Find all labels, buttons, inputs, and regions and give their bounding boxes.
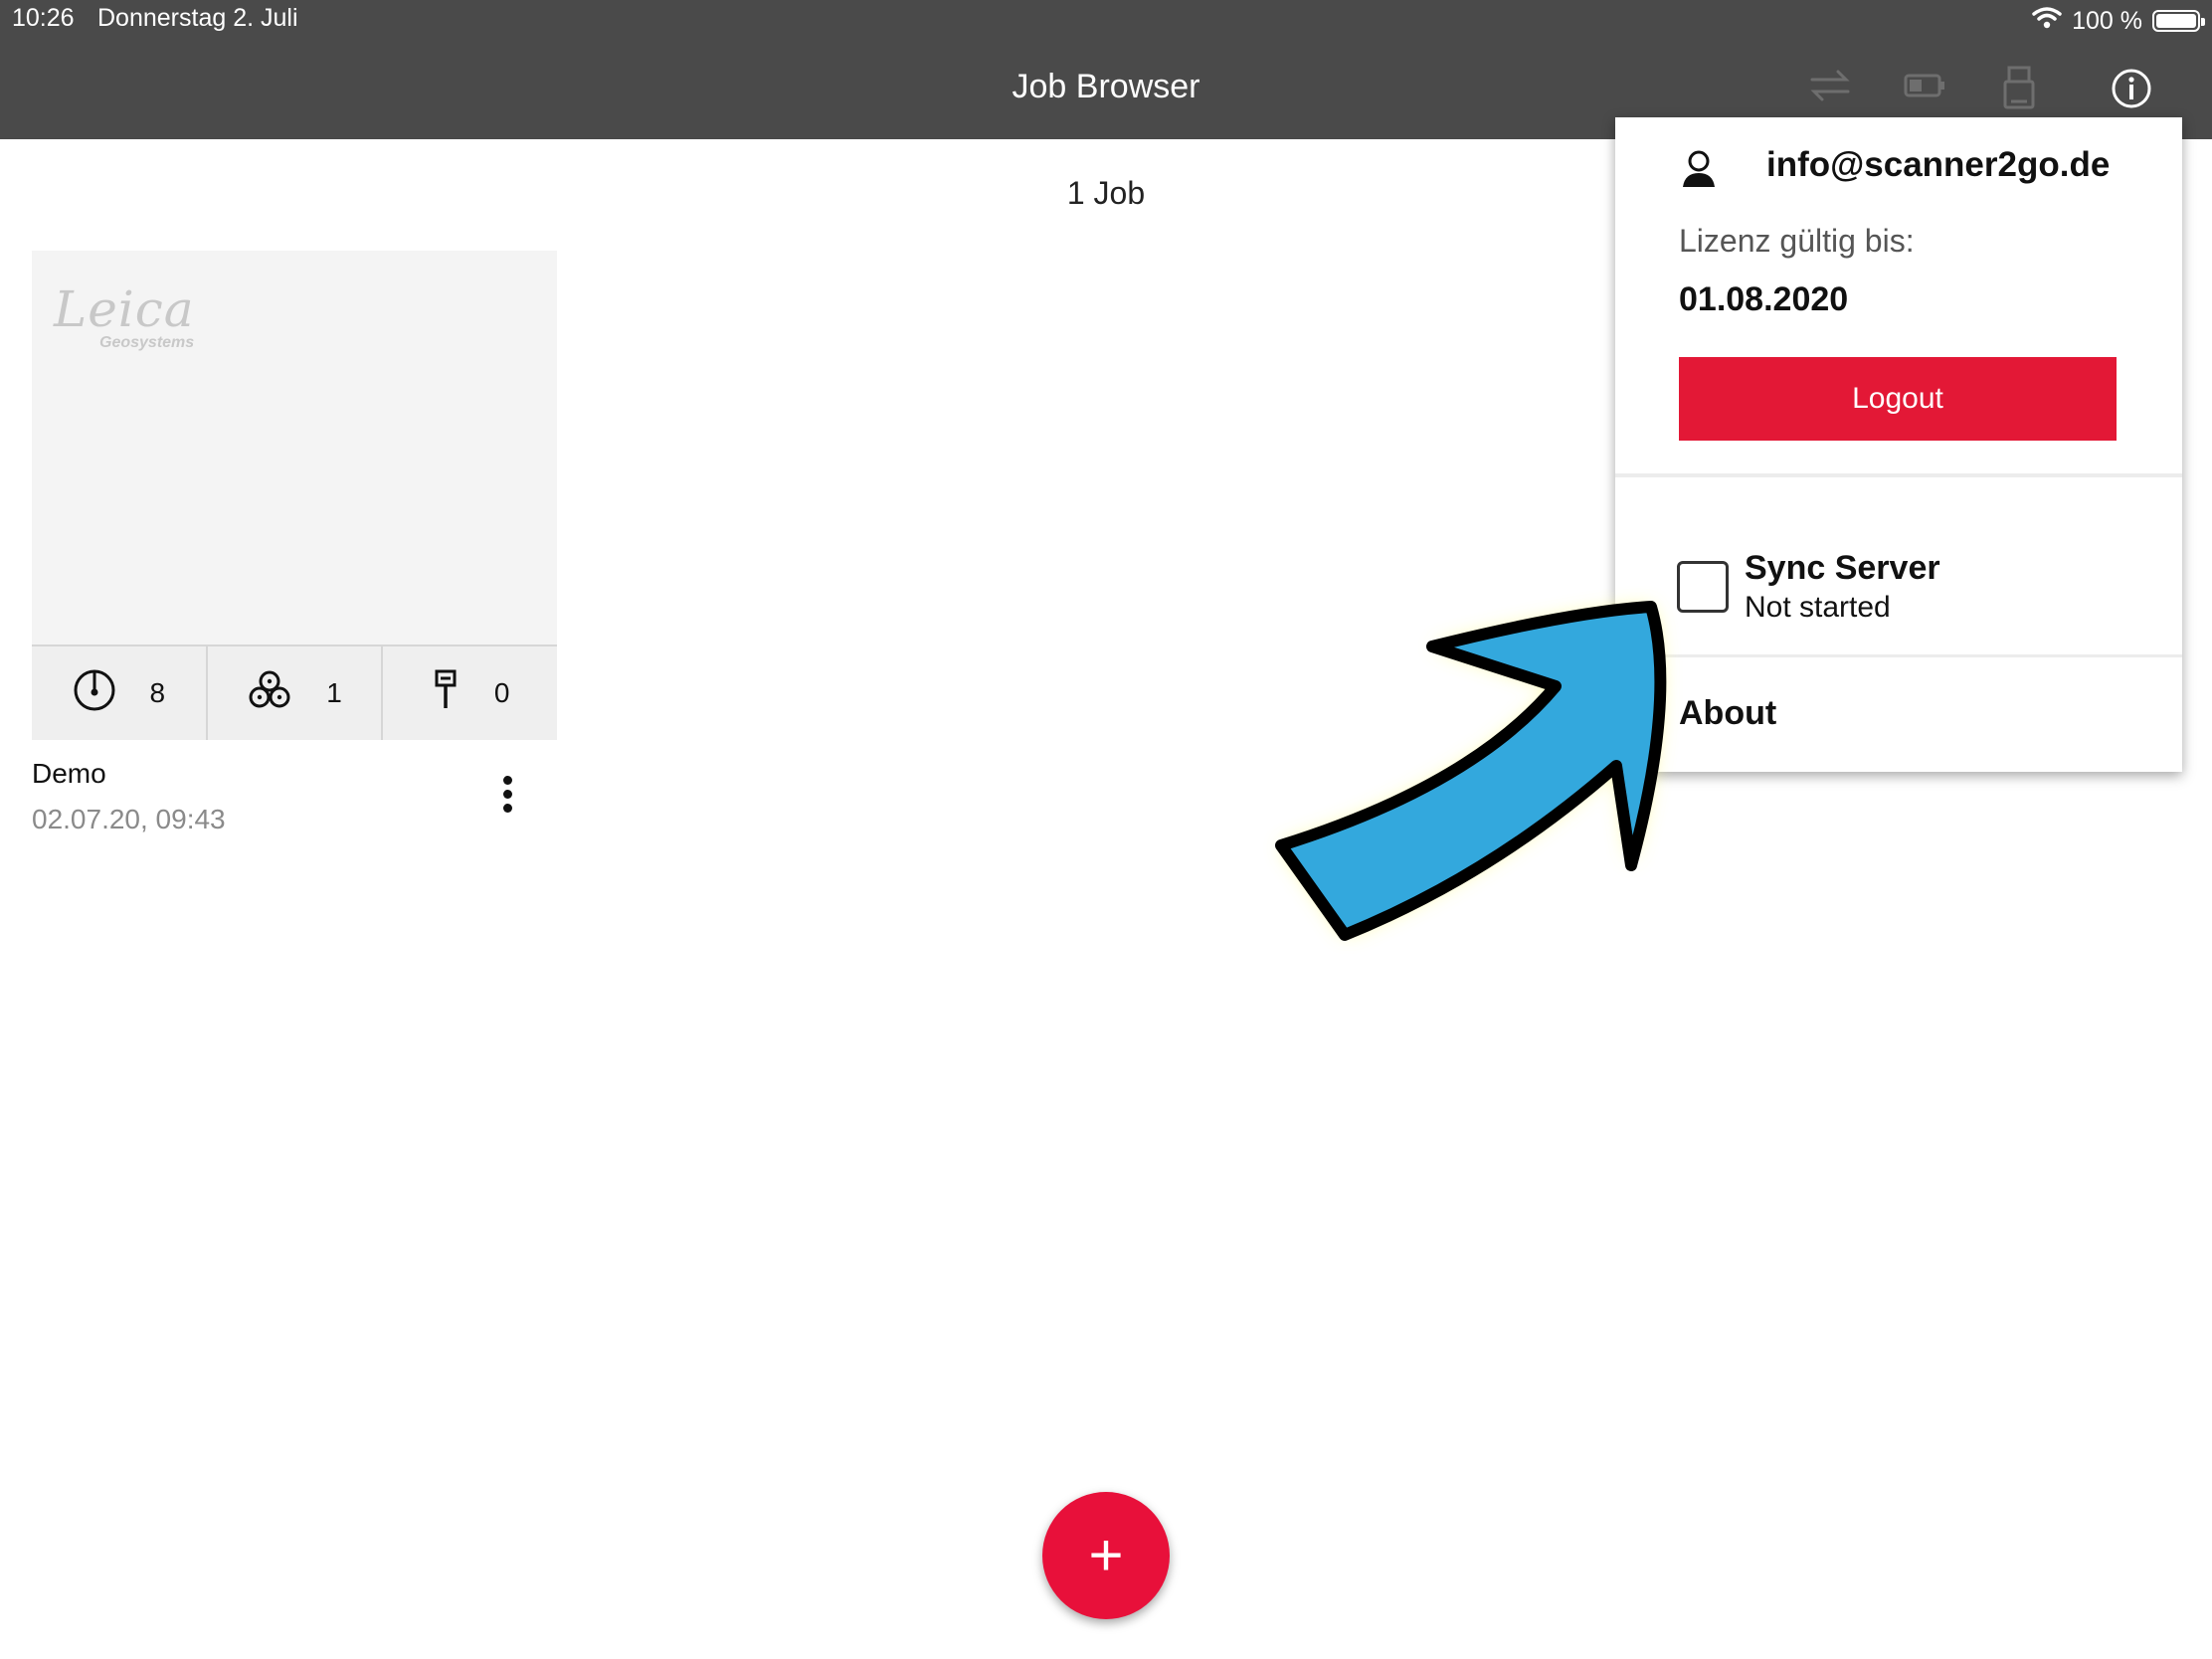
add-job-button[interactable]: + xyxy=(1042,1492,1170,1619)
status-indicators: 100 % xyxy=(2032,4,2205,38)
status-time: 10:26 xyxy=(12,4,75,32)
job-stats: 8 1 0 xyxy=(32,645,557,740)
menu-divider xyxy=(1615,473,2182,477)
leica-logo: Leica Geosystems xyxy=(54,282,195,352)
logout-button[interactable]: Logout xyxy=(1679,357,2117,441)
stat-clusters-value: 1 xyxy=(326,677,342,708)
about-menu-item[interactable]: About xyxy=(1679,694,1776,733)
usb-drive-icon[interactable] xyxy=(2003,66,2035,109)
cluster-icon xyxy=(247,668,292,719)
logo-word: Leica xyxy=(54,280,195,338)
battery-percent: 100 % xyxy=(2072,6,2142,35)
page-title: Job Browser xyxy=(1012,68,1200,105)
logo-sub: Geosystems xyxy=(99,334,195,351)
battery-status-icon[interactable] xyxy=(1904,66,1945,105)
account-email: info@scanner2go.de xyxy=(1766,145,2111,184)
license-label: Lizenz gültig bis: xyxy=(1679,223,1915,259)
sync-arrows-icon[interactable] xyxy=(1808,66,1852,105)
stat-setups-value: 8 xyxy=(149,677,166,708)
account-menu: info@scanner2go.de Lizenz gültig bis: 01… xyxy=(1615,117,2182,772)
wifi-icon xyxy=(2032,6,2062,37)
sync-server-title[interactable]: Sync Server xyxy=(1745,549,1940,588)
job-name[interactable]: Demo xyxy=(32,758,106,790)
sync-server-checkbox[interactable] xyxy=(1677,561,1729,613)
job-card[interactable]: Leica Geosystems 8 1 0 xyxy=(32,251,557,740)
user-icon xyxy=(1681,149,1717,194)
sync-server-status: Not started xyxy=(1745,591,1891,624)
stat-setups: 8 xyxy=(32,646,208,740)
info-icon[interactable] xyxy=(2111,68,2152,109)
job-date: 02.07.20, 09:43 xyxy=(32,804,226,834)
status-date: Donnerstag 2. Juli xyxy=(97,4,298,32)
license-date: 01.08.2020 xyxy=(1679,280,1849,318)
target-pin-icon xyxy=(431,668,461,719)
scanner-setup-icon xyxy=(73,668,116,719)
stat-targets: 0 xyxy=(383,646,557,740)
more-options-icon[interactable] xyxy=(503,776,512,813)
stat-clusters: 1 xyxy=(208,646,384,740)
menu-divider xyxy=(1615,654,2182,657)
app-screen: 10:26 Donnerstag 2. Juli 100 % Job Brows… xyxy=(0,0,2212,1659)
battery-icon xyxy=(2152,10,2205,32)
stat-targets-value: 0 xyxy=(493,677,510,708)
